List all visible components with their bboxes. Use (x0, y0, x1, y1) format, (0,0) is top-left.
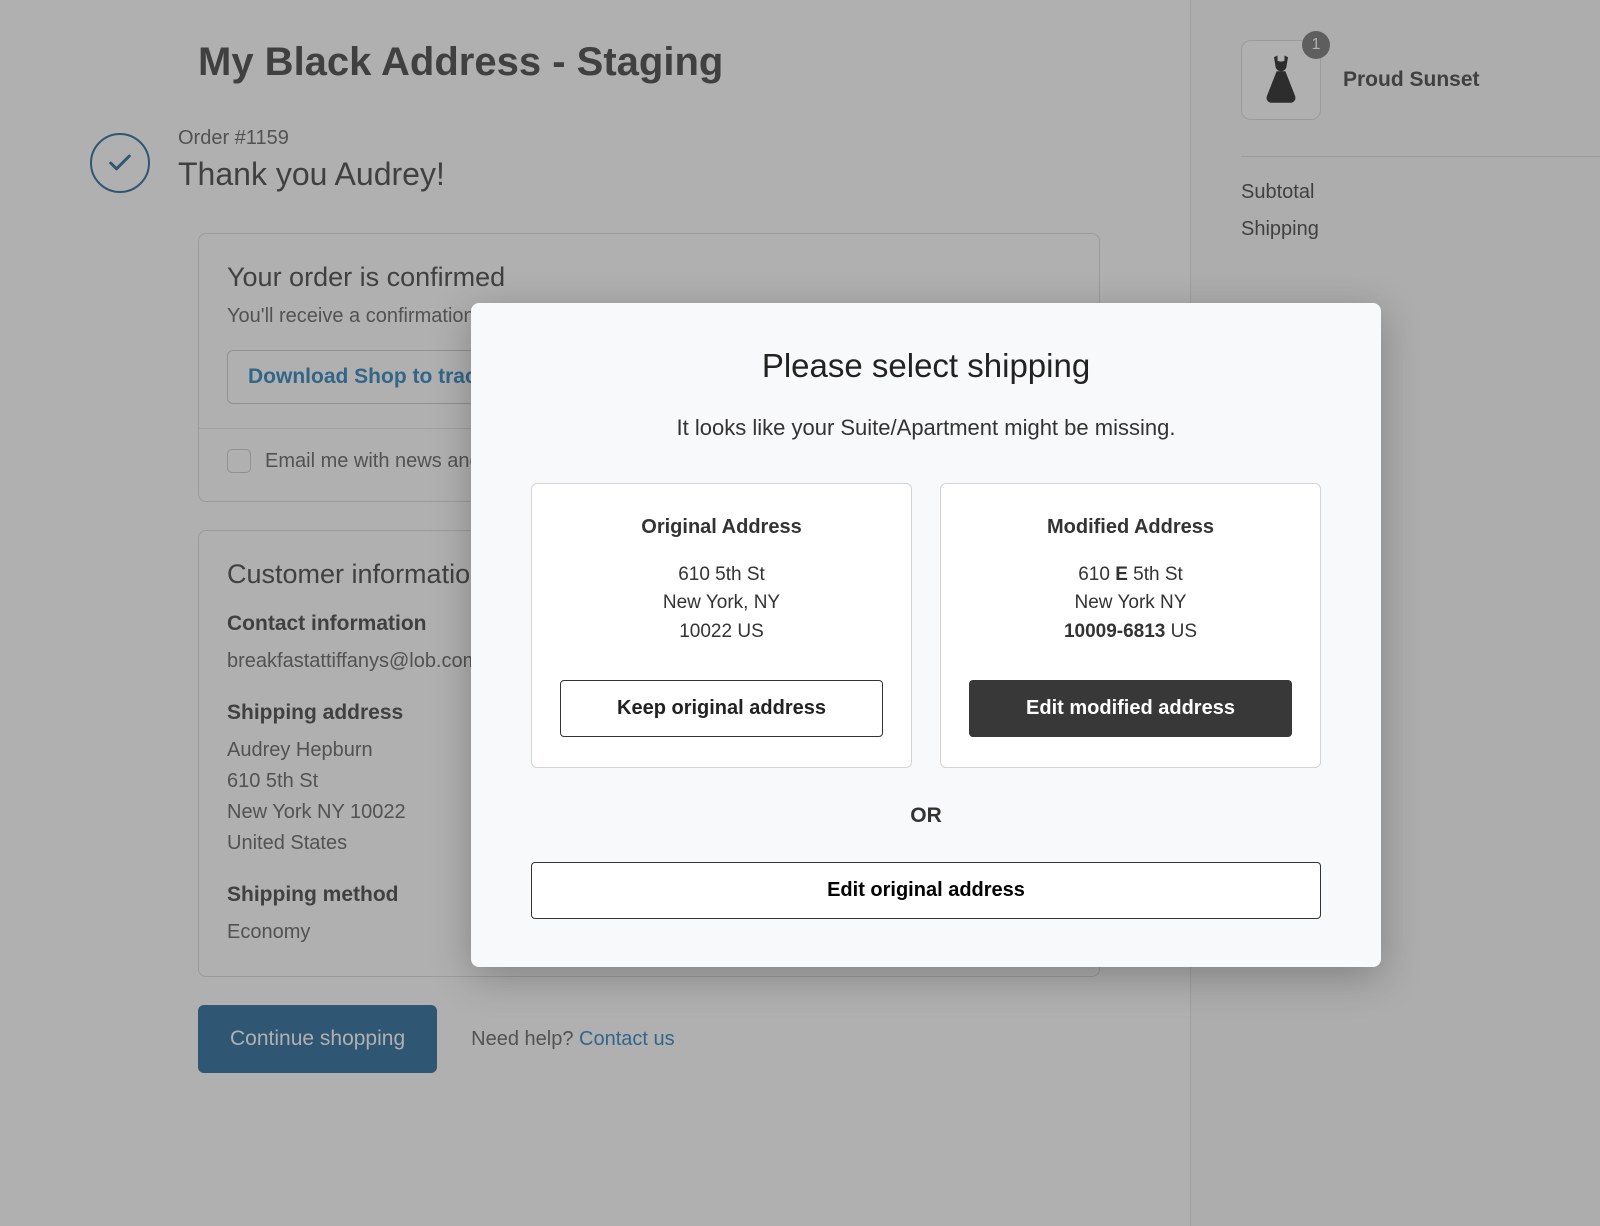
original-address-heading: Original Address (560, 516, 883, 539)
modified-address-heading: Modified Address (969, 516, 1292, 539)
mod-line3: 10009-6813 US (969, 618, 1292, 647)
edit-original-address-button[interactable]: Edit original address (531, 862, 1321, 919)
modal-overlay[interactable]: Please select shipping It looks like you… (0, 0, 1600, 1226)
modified-address-card: Modified Address 610 E 5th St New York N… (940, 483, 1321, 769)
keep-original-address-button[interactable]: Keep original address (560, 680, 883, 737)
modal-title: Please select shipping (531, 347, 1321, 385)
mod-line2: New York NY (969, 589, 1292, 618)
modal-subtitle: It looks like your Suite/Apartment might… (531, 415, 1321, 441)
shipping-select-modal: Please select shipping It looks like you… (471, 303, 1381, 968)
edit-modified-address-button[interactable]: Edit modified address (969, 680, 1292, 737)
mod-line1: 610 E 5th St (969, 561, 1292, 590)
original-address-card: Original Address 610 5th St New York, NY… (531, 483, 912, 769)
orig-line2: New York, NY (560, 589, 883, 618)
or-separator: OR (531, 804, 1321, 828)
orig-line3: 10022 US (560, 618, 883, 647)
orig-line1: 610 5th St (560, 561, 883, 590)
